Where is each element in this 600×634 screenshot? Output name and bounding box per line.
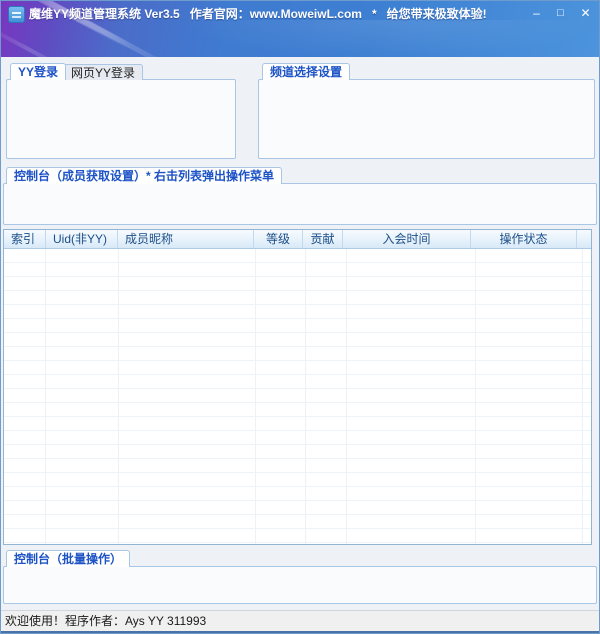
- maximize-button[interactable]: □: [551, 4, 570, 22]
- column-header-contrib[interactable]: 贡献: [303, 230, 343, 248]
- member-list-header: 索引 Uid(非YY) 成员昵称 等级 贡献 入会时间 操作状态: [4, 230, 591, 249]
- tab-channel-settings[interactable]: 频道选择设置: [262, 63, 350, 80]
- login-groupbox: [6, 79, 236, 159]
- grid-line: [346, 249, 347, 544]
- channel-groupbox: [258, 79, 595, 159]
- column-header-op-status[interactable]: 操作状态: [471, 230, 577, 248]
- grid-line: [118, 249, 119, 544]
- grid-line: [475, 249, 476, 544]
- column-header-level[interactable]: 等级: [254, 230, 303, 248]
- grid-line: [255, 249, 256, 544]
- batch-console-groupbox: [3, 566, 597, 604]
- grid-line: [45, 249, 46, 544]
- column-header-filler: [577, 230, 591, 248]
- tab-web-yy-login[interactable]: 网页YY登录: [63, 64, 143, 80]
- close-button[interactable]: ✕: [576, 4, 595, 22]
- tab-yy-login[interactable]: YY登录: [10, 63, 66, 80]
- title-bar: 魔维YY频道管理系统 Ver3.5 作者官网：www.MoweiwL.com *…: [0, 0, 600, 57]
- member-console-groupbox: [3, 183, 597, 225]
- app-window: 魔维YY频道管理系统 Ver3.5 作者官网：www.MoweiwL.com *…: [0, 0, 600, 634]
- minimize-button[interactable]: –: [527, 4, 546, 22]
- column-header-uid[interactable]: Uid(非YY): [46, 230, 118, 248]
- member-list[interactable]: 索引 Uid(非YY) 成员昵称 等级 贡献 入会时间 操作状态: [3, 229, 592, 545]
- column-header-index[interactable]: 索引: [4, 230, 46, 248]
- member-list-body[interactable]: [4, 249, 591, 544]
- app-icon: [8, 6, 25, 23]
- column-header-nickname[interactable]: 成员昵称: [118, 230, 254, 248]
- status-bar: 欢迎使用！程序作者：Ays YY 311993: [0, 610, 600, 631]
- tab-member-console[interactable]: 控制台（成员获取设置）* 右击列表弹出操作菜单: [6, 167, 282, 184]
- grid-line: [305, 249, 306, 544]
- window-title: 魔维YY频道管理系统 Ver3.5 作者官网：www.MoweiwL.com *…: [29, 0, 487, 28]
- grid-line: [582, 249, 583, 544]
- tab-batch-console[interactable]: 控制台（批量操作）: [6, 550, 130, 567]
- column-header-join-time[interactable]: 入会时间: [343, 230, 471, 248]
- status-text: 欢迎使用！程序作者：Ays YY 311993: [5, 614, 206, 628]
